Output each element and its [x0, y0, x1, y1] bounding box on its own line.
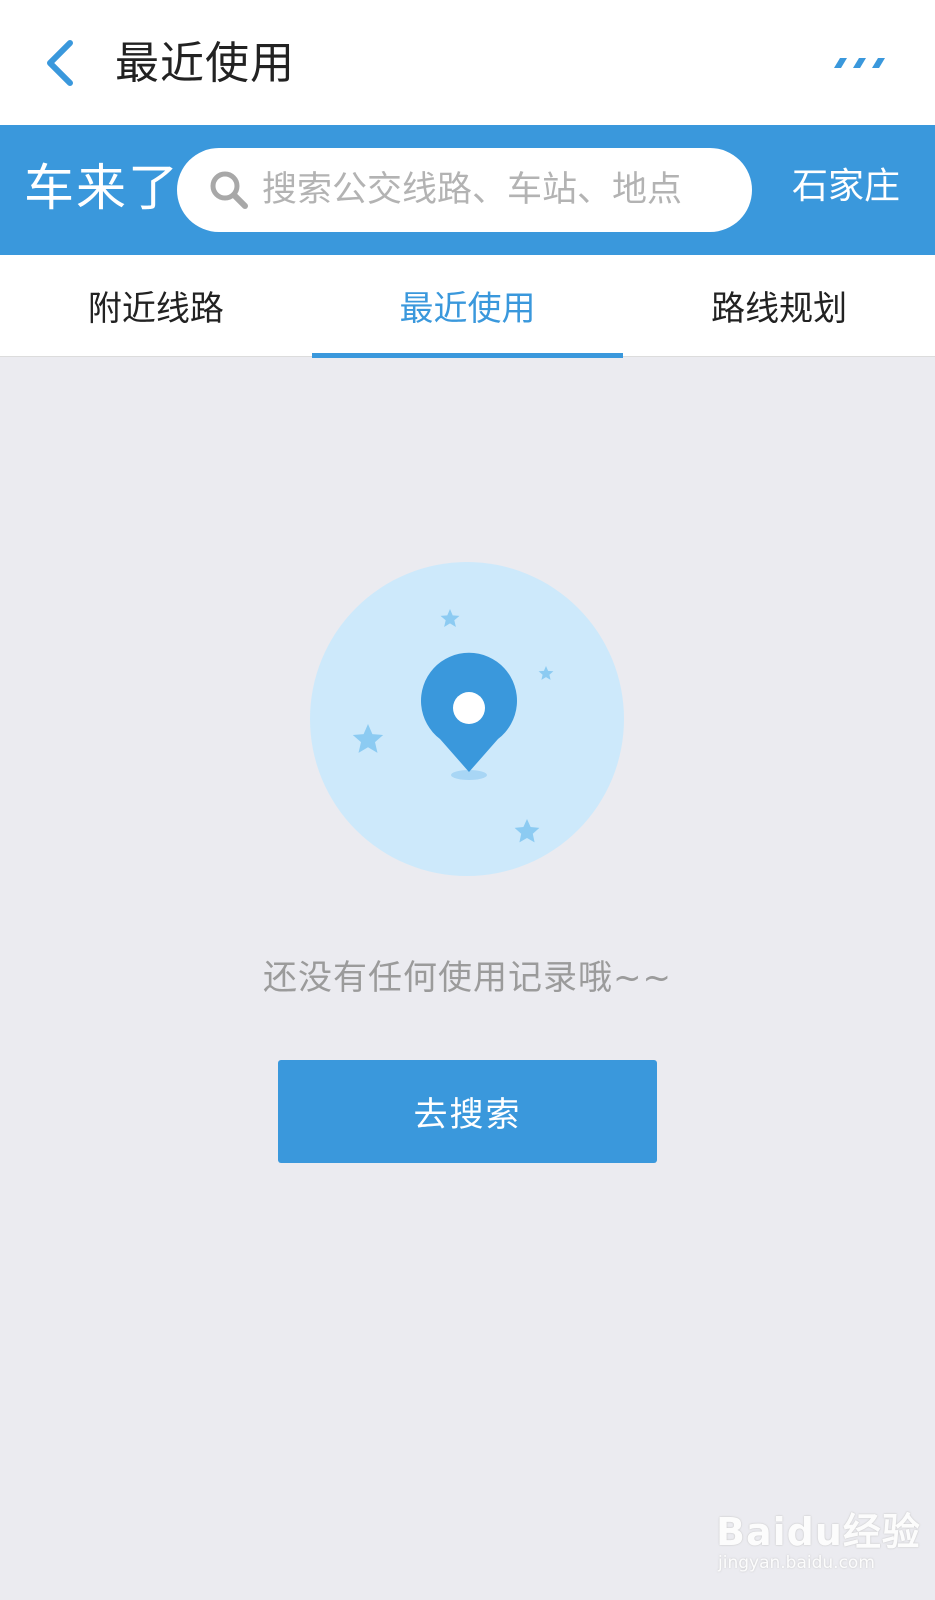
page-title: 最近使用 — [115, 38, 295, 89]
search-placeholder: 搜索公交线路、车站、地点 — [262, 170, 683, 210]
baidu-watermark: Baidu经验 jingyan.baidu.com — [716, 1495, 920, 1585]
empty-state-illustration — [310, 562, 624, 876]
tab-route-planning[interactable]: 路线规划 — [623, 255, 935, 356]
active-tab-indicator — [311, 353, 624, 358]
tab-label: 附近线路 — [87, 289, 224, 329]
search-icon — [207, 168, 251, 212]
app-brand: 车来了 — [24, 159, 180, 217]
city-selector[interactable]: 石家庄 — [792, 157, 900, 217]
chevron-left-icon — [47, 39, 73, 86]
app-screen: 最近使用 车来了 搜索公交线路、车站、地点 石家庄 附近线路 最近使用 路线规划… — [0, 0, 935, 1600]
search-header: 车来了 搜索公交线路、车站、地点 石家庄 — [0, 125, 935, 255]
more-button[interactable] — [825, 40, 895, 85]
tab-recent[interactable]: 最近使用 — [311, 255, 624, 358]
more-dots-icon — [834, 57, 885, 68]
go-search-button[interactable]: 去搜索 — [278, 1060, 657, 1163]
empty-state-message: 还没有任何使用记录哦~~ — [263, 958, 672, 998]
title-bar: 最近使用 — [0, 0, 935, 125]
tab-label: 路线规划 — [711, 289, 848, 329]
tab-bar: 附近线路 最近使用 路线规划 — [0, 255, 935, 358]
back-button[interactable] — [30, 30, 90, 95]
go-search-label: 去搜索 — [413, 1095, 522, 1135]
tab-label: 最近使用 — [399, 289, 536, 329]
search-input[interactable]: 搜索公交线路、车站、地点 — [177, 148, 752, 232]
watermark-url: jingyan.baidu.com — [718, 1553, 875, 1573]
watermark-brand: Baidu经验 — [716, 1510, 921, 1554]
tab-nearby-routes[interactable]: 附近线路 — [0, 255, 312, 356]
